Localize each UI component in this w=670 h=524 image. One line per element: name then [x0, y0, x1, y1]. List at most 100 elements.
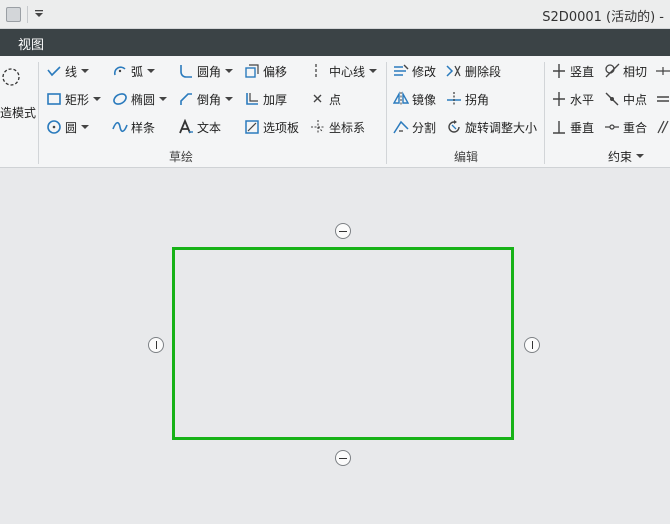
- divide-label: 分割: [412, 120, 437, 135]
- symmetric-icon: [656, 67, 670, 75]
- rotate-resize-button[interactable]: 旋转调整大小: [446, 117, 537, 137]
- arc-button[interactable]: 弧: [112, 61, 156, 81]
- mirror-icon: [393, 91, 409, 106]
- rectangle-button[interactable]: 矩形: [46, 89, 102, 109]
- midpoint-constraint-button[interactable]: 中点: [604, 89, 647, 109]
- graphics-area[interactable]: [0, 169, 670, 524]
- thicken-button[interactable]: 加厚: [244, 89, 287, 109]
- spline-button[interactable]: 样条: [112, 117, 155, 137]
- group-label-edit: 编辑: [454, 150, 479, 164]
- rectangle-icon: [47, 93, 61, 105]
- fillet-button[interactable]: 圆角: [178, 61, 234, 81]
- palette-button[interactable]: 选项板: [244, 117, 299, 137]
- coincident-icon: [605, 124, 619, 130]
- parallel-symmetric-constraint-button[interactable]: [655, 61, 670, 81]
- text-button[interactable]: 文本: [178, 117, 221, 137]
- horizontal-constraint-marker-top[interactable]: [335, 223, 351, 239]
- tab-view[interactable]: 视图: [18, 34, 44, 53]
- point-button[interactable]: 点: [310, 89, 341, 109]
- group-separator: [38, 62, 39, 164]
- chevron-down-icon[interactable]: [93, 95, 102, 103]
- chevron-down-icon[interactable]: [81, 67, 90, 75]
- sketch-mode-button[interactable]: 造模式: [0, 102, 36, 122]
- ellipse-button[interactable]: 椭圆: [112, 89, 168, 109]
- title-bar: S2D0001 (活动的) -: [0, 0, 670, 29]
- window-title: S2D0001 (活动的) -: [542, 10, 664, 25]
- centerline-button[interactable]: 中心线: [310, 61, 378, 81]
- ellipse-icon: [113, 93, 127, 105]
- text-icon: [179, 119, 193, 134]
- chevron-down-icon: [636, 154, 645, 158]
- offset-icon: [245, 64, 259, 78]
- point-icon: [313, 94, 322, 103]
- delete-segment-button[interactable]: 删除段: [446, 61, 501, 81]
- sketch-mode-icon[interactable]: [0, 66, 22, 88]
- app-icon[interactable]: [6, 7, 21, 22]
- palette-icon: [245, 120, 259, 134]
- rotate-resize-label: 旋转调整大小: [465, 120, 538, 135]
- point-label: 点: [329, 92, 342, 107]
- tangent-constraint-button[interactable]: 相切: [604, 61, 647, 81]
- horizontal-constraint-button[interactable]: 水平: [551, 89, 594, 109]
- coordinate-system-label: 坐标系: [329, 120, 366, 135]
- horizontal-constraint-marker-bottom[interactable]: [335, 450, 351, 466]
- vertical-constraint-button[interactable]: 竖直: [551, 61, 594, 81]
- corner-icon: [447, 92, 461, 106]
- group-label-constrain: 约束: [608, 149, 633, 164]
- quick-access-dropdown-icon[interactable]: [33, 8, 45, 20]
- circle-icon: [47, 120, 61, 134]
- ribbon-tab-bar: 视图: [0, 29, 670, 56]
- vertical-icon: [553, 64, 565, 78]
- vertical-label: 竖直: [570, 64, 595, 79]
- modify-icon: [394, 64, 409, 76]
- chevron-down-icon[interactable]: [225, 67, 234, 75]
- group-separator: [544, 62, 545, 164]
- divide-button[interactable]: 分割: [393, 117, 436, 137]
- perpendicular-label: 垂直: [570, 120, 595, 135]
- vertical-constraint-marker-left[interactable]: [148, 337, 164, 353]
- corner-label: 拐角: [465, 92, 490, 107]
- palette-label: 选项板: [263, 120, 300, 135]
- equal-icon: [657, 96, 669, 102]
- corner-button[interactable]: 拐角: [446, 89, 489, 109]
- divide-icon: [393, 120, 409, 134]
- coordinate-system-button[interactable]: 坐标系: [310, 117, 365, 137]
- sketch-rectangle[interactable]: [172, 247, 514, 440]
- horizontal-label: 水平: [570, 92, 595, 107]
- chevron-down-icon[interactable]: [369, 67, 378, 75]
- line-icon: [47, 66, 61, 77]
- toolbar-separator: [27, 6, 28, 23]
- vertical-constraint-marker-right[interactable]: [524, 337, 540, 353]
- chevron-down-icon[interactable]: [159, 95, 168, 103]
- chevron-down-icon[interactable]: [147, 67, 156, 75]
- equal-constraint-button[interactable]: [655, 89, 670, 109]
- chevron-down-icon[interactable]: [225, 95, 234, 103]
- coincident-constraint-button[interactable]: 重合: [604, 117, 647, 137]
- circle-label: 圆: [65, 120, 78, 135]
- group-separator: [386, 62, 387, 164]
- midpoint-label: 中点: [623, 92, 648, 107]
- perpendicular-icon: [553, 121, 565, 134]
- modify-label: 修改: [412, 64, 437, 79]
- chamfer-button[interactable]: 倒角: [178, 89, 234, 109]
- text-label: 文本: [197, 120, 222, 135]
- ribbon: 造模式 线 弧 圆角 偏移 中心线 矩形 椭圆 倒角 加厚 点 圆 样条 文本 …: [0, 56, 670, 168]
- fillet-icon: [180, 65, 192, 78]
- delete-segment-icon: [446, 65, 461, 77]
- group-label-sketch: 草绘: [169, 150, 194, 164]
- mirror-button[interactable]: 镜像: [393, 89, 436, 109]
- offset-button[interactable]: 偏移: [244, 61, 287, 81]
- delete-segment-label: 删除段: [465, 64, 502, 79]
- line-button[interactable]: 线: [46, 61, 90, 81]
- parallel-constraint-button[interactable]: [655, 117, 670, 137]
- line-label: 线: [65, 64, 78, 79]
- circle-button[interactable]: 圆: [46, 117, 90, 137]
- chevron-down-icon[interactable]: [81, 123, 90, 131]
- chamfer-icon: [180, 93, 192, 105]
- thicken-icon: [246, 93, 258, 105]
- constrain-group-menu[interactable]: 约束: [608, 148, 645, 164]
- centerline-icon: [315, 64, 317, 78]
- perpendicular-constraint-button[interactable]: 垂直: [551, 117, 594, 137]
- modify-button[interactable]: 修改: [393, 61, 436, 81]
- mirror-label: 镜像: [412, 92, 437, 107]
